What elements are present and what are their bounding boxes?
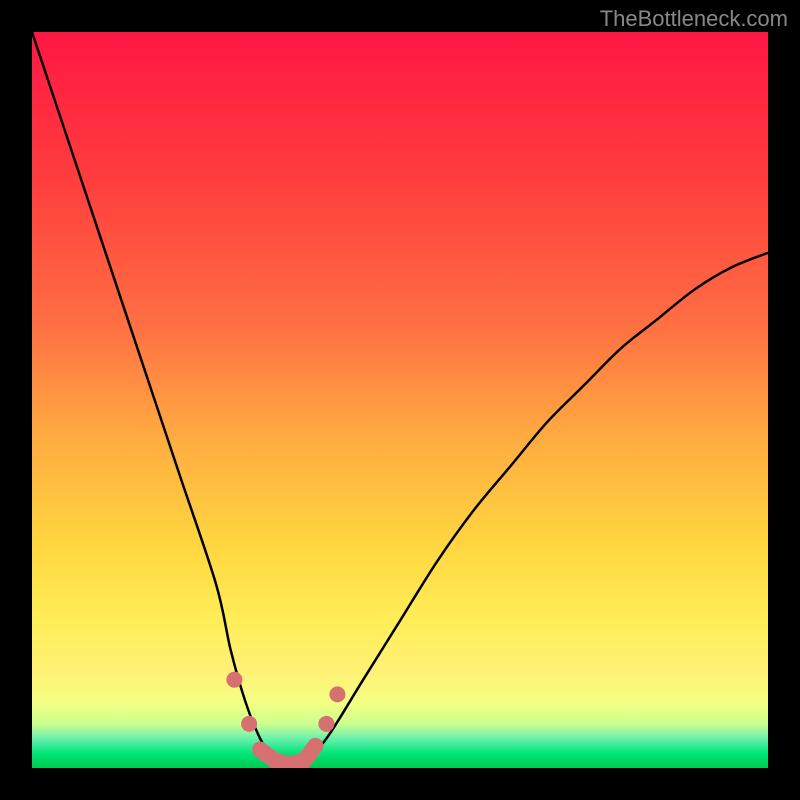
bottleneck-curve: [32, 32, 768, 768]
watermark-text: TheBottleneck.com: [600, 6, 788, 32]
chart-area: [32, 32, 768, 768]
